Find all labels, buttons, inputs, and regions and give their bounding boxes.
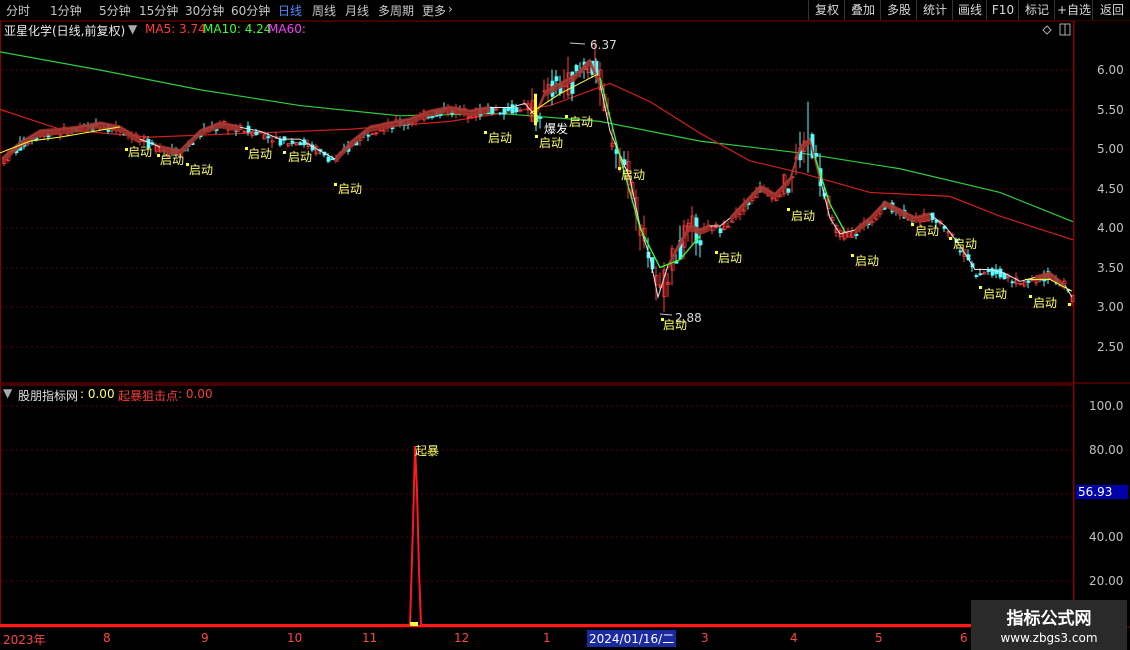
mark-button[interactable]: 标记 [1018, 0, 1055, 20]
qidong-signal: 启动 [248, 147, 273, 161]
price-tick: 4.00 [1097, 221, 1124, 235]
ma5-value: MA5: 3.74 [145, 22, 206, 36]
signal-markers [125, 93, 1071, 321]
tab-daily[interactable]: 日线 [278, 2, 302, 19]
tab-5min[interactable]: 5分钟 [99, 2, 131, 19]
date-tick: 10 [287, 631, 303, 645]
tab-fenshi[interactable]: 分时 [6, 2, 30, 19]
tab-60min[interactable]: 60分钟 [231, 2, 270, 19]
period-toolbar: 分时 1分钟 5分钟 15分钟 30分钟 60分钟 日线 周线 月线 多周期 更… [0, 0, 1130, 21]
date-tick: 11 [362, 631, 378, 645]
watermark-title: 指标公式网 [1006, 609, 1092, 629]
qidong-signal: 启动 [855, 254, 880, 268]
candlesticks [2, 40, 1075, 313]
chevron-down-icon[interactable]: ▼ [3, 386, 12, 400]
high-price-label: 6.37 [590, 38, 617, 52]
date-tick: 5 [875, 631, 883, 645]
indicator-tick: 20.00 [1089, 574, 1124, 588]
price-tick: 4.50 [1097, 182, 1124, 196]
qidong-signal: 启动 [539, 136, 564, 150]
draw-line-button[interactable]: 画线 [952, 0, 987, 20]
kline-chart[interactable] [0, 21, 1130, 650]
tab-weekly[interactable]: 周线 [312, 2, 336, 19]
indicator-value-2: : 0.00 [178, 387, 213, 401]
indicator-tick: 100.0 [1089, 399, 1124, 413]
tab-30min[interactable]: 30分钟 [185, 2, 224, 19]
date-tick: 2023年 [3, 633, 46, 647]
qidong-signal: 启动 [953, 237, 978, 251]
scroll-icon[interactable] [1059, 23, 1071, 36]
chevron-down-icon[interactable]: ▼ [128, 22, 137, 36]
tab-1min[interactable]: 1分钟 [50, 2, 82, 19]
back-button[interactable]: 返回 [1092, 0, 1130, 20]
statistics-button[interactable]: 统计 [916, 0, 953, 20]
watermark-logo: 指标公式网 www.zbgs3.com [971, 600, 1127, 650]
tab-multi-period[interactable]: 多周期 [378, 2, 414, 19]
qidong-signal: 启动 [983, 287, 1008, 301]
qidong-signal: 启动 [621, 168, 646, 182]
date-tick: 4 [790, 631, 798, 645]
qidong-signal: 启动 [915, 224, 940, 238]
date-tick: 8 [103, 631, 111, 645]
spike-label: 起暴 [415, 444, 440, 458]
fuquan-button[interactable]: 复权 [808, 0, 845, 20]
date-tick: 12 [454, 631, 470, 645]
date-tick: 1 [543, 631, 551, 645]
qidong-signal: 启动 [569, 115, 594, 129]
qidong-signal: 启动 [288, 150, 313, 164]
indicator-label: 起暴狙击点 [118, 389, 179, 403]
indicator-value: : 0.00 [80, 387, 115, 401]
price-tick: 3.50 [1097, 261, 1124, 275]
price-tick: 6.00 [1097, 63, 1124, 77]
indicator-title: 股朋指标网 [18, 389, 79, 403]
price-tick: 3.00 [1097, 300, 1124, 314]
indicator-tick: 80.00 [1089, 443, 1124, 457]
qidong-signal: 启动 [488, 131, 513, 145]
expand-icon[interactable] [1042, 25, 1052, 35]
qidong-signal: 启动 [791, 209, 816, 223]
qidong-signal: 启动 [160, 153, 185, 167]
qidong-signal: 启动 [338, 182, 363, 196]
qidong-signal: 启动 [128, 145, 153, 159]
multi-stock-button[interactable]: 多股 [880, 0, 917, 20]
indicator-tick: 40.00 [1089, 530, 1124, 544]
qidong-signal: 启动 [718, 251, 743, 265]
overlay-button[interactable]: 叠加 [844, 0, 881, 20]
price-tick: 2.50 [1097, 340, 1124, 354]
qidong-signal: 启动 [189, 163, 214, 177]
chevron-right-icon[interactable]: › [448, 2, 453, 16]
qidong-signal: 启动 [663, 318, 688, 332]
add-favorite-button[interactable]: +自选 [1054, 0, 1093, 20]
f10-button[interactable]: F10 [986, 0, 1019, 20]
price-tick: 5.50 [1097, 103, 1124, 117]
sub-indicator [0, 445, 1073, 627]
date-tick: 6 [960, 631, 968, 645]
qidong-signal: 启动 [1033, 296, 1058, 310]
price-tick: 5.00 [1097, 142, 1124, 156]
tab-more[interactable]: 更多 [422, 2, 446, 19]
date-cursor-label: 2024/01/16/二 [587, 630, 677, 647]
tab-monthly[interactable]: 月线 [345, 2, 369, 19]
ma60-value: MA60: [268, 22, 306, 36]
stock-title: 亚星化学(日线,前复权) [4, 24, 126, 38]
tab-15min[interactable]: 15分钟 [139, 2, 178, 19]
ma10-value: MA10: 4.24 [203, 22, 272, 36]
current-value-badge: 56.93 [1076, 485, 1128, 499]
date-tick: 9 [201, 631, 209, 645]
watermark-url: www.zbgs3.com [1000, 631, 1098, 645]
date-tick: 3 [701, 631, 709, 645]
